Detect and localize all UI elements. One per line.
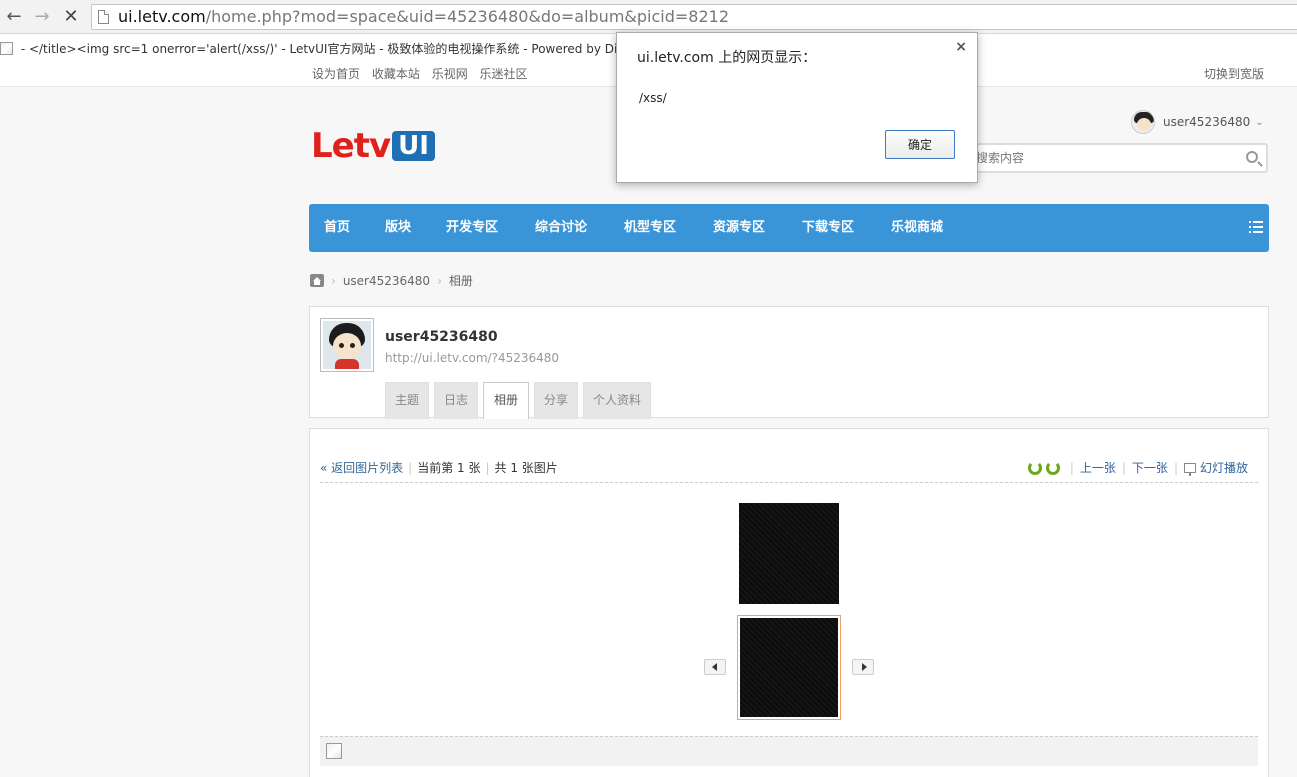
toplink-community[interactable]: 乐迷社区 <box>480 67 528 81</box>
dialog-title: ui.letv.com 上的网页显示： <box>637 50 817 66</box>
logo-letv-text: Letv <box>311 126 391 166</box>
stop-loading-icon[interactable]: ✕ <box>60 6 82 28</box>
album-footer <box>320 736 1258 766</box>
broken-image-icon <box>326 743 342 759</box>
rotate-left-icon[interactable] <box>1027 461 1042 475</box>
rotate-right-icon[interactable] <box>1045 461 1060 475</box>
toplink-set-homepage[interactable]: 设为首页 <box>312 67 360 81</box>
nav-item-resources[interactable]: 资源专区 <box>713 204 765 252</box>
prev-photo-link[interactable]: 上一张 <box>1080 461 1116 475</box>
toplink-letv[interactable]: 乐视网 <box>432 67 468 81</box>
browser-toolbar: ← → ✕ ui.letv.com/home.php?mod=space&uid… <box>0 0 1297 34</box>
url-host: ui.letv.com <box>118 7 206 26</box>
main-nav: 首页 版块 开发专区 综合讨论 机型专区 资源专区 下载专区 乐视商城 <box>309 204 1269 252</box>
profile-url[interactable]: http://ui.letv.com/?45236480 <box>385 351 559 365</box>
nav-item-home[interactable]: 首页 <box>324 204 350 252</box>
tab-profile[interactable]: 个人资料 <box>583 382 651 419</box>
search-input[interactable] <box>972 145 1232 171</box>
thumb-prev-arrow-icon[interactable] <box>704 659 726 675</box>
url-text[interactable]: ui.letv.com/home.php?mod=space&uid=45236… <box>118 7 729 26</box>
nav-item-dev[interactable]: 开发专区 <box>446 204 498 252</box>
slideshow-link[interactable]: 幻灯播放 <box>1200 461 1248 475</box>
back-to-list-link[interactable]: « 返回图片列表 <box>320 461 403 475</box>
search-box <box>970 143 1268 173</box>
page-title-text: - </title><img src=1 onerror='alert(/xss… <box>17 42 638 56</box>
tab-blog[interactable]: 日志 <box>434 382 478 419</box>
search-icon[interactable] <box>1246 151 1258 163</box>
avatar[interactable] <box>320 318 374 372</box>
profile-header: user45236480 http://ui.letv.com/?4523648… <box>309 306 1269 419</box>
breadcrumb-album[interactable]: 相册 <box>449 274 473 288</box>
logo-ui-badge: UI <box>392 131 435 161</box>
username-top: user45236480 <box>1163 115 1251 129</box>
ok-button[interactable]: 确定 <box>885 130 955 159</box>
nav-item-downloads[interactable]: 下载专区 <box>802 204 854 252</box>
top-links: 设为首页 收藏本站 乐视网 乐迷社区 <box>312 65 536 82</box>
close-icon[interactable]: × <box>955 39 967 55</box>
thumb-next-arrow-icon[interactable] <box>852 659 874 675</box>
page-icon <box>98 10 109 24</box>
nav-item-store[interactable]: 乐视商城 <box>891 204 943 252</box>
avatar-small <box>1131 110 1155 134</box>
breadcrumb-user[interactable]: user45236480 <box>343 274 430 288</box>
total-photos: 共 1 张图片 <box>494 461 558 475</box>
url-path: /home.php?mod=space&uid=45236480&do=albu… <box>205 7 729 26</box>
nav-item-models[interactable]: 机型专区 <box>624 204 676 252</box>
main-photo[interactable] <box>739 503 839 604</box>
breadcrumb-separator: › <box>437 274 442 288</box>
tab-album[interactable]: 相册 <box>483 382 529 419</box>
chevron-down-icon: ⌄ <box>1255 116 1264 128</box>
toplink-bookmark[interactable]: 收藏本站 <box>372 67 420 81</box>
address-bar[interactable]: ui.letv.com/home.php?mod=space&uid=45236… <box>91 4 1297 30</box>
current-photo-index: 当前第 1 张 <box>417 461 481 475</box>
widescreen-toggle[interactable]: 切换到宽版 <box>1204 65 1264 82</box>
user-menu[interactable]: user45236480 ⌄ <box>1131 110 1264 134</box>
thumbnail-selected[interactable] <box>737 615 841 720</box>
album-toolbar: « 返回图片列表 | 当前第 1 张 | 共 1 张图片 | 上一张 | 下一张 | 幻灯播放 <box>320 451 1258 483</box>
nav-item-discussion[interactable]: 综合讨论 <box>535 204 587 252</box>
tab-share[interactable]: 分享 <box>534 382 578 419</box>
home-icon[interactable] <box>310 274 324 287</box>
breadcrumb: › user45236480 › 相册 <box>310 273 473 289</box>
nav-item-forums[interactable]: 版块 <box>385 204 411 252</box>
dialog-message: /xss/ <box>639 91 667 105</box>
breadcrumb-separator: › <box>331 274 336 288</box>
alert-dialog: ui.letv.com 上的网页显示： × /xss/ 确定 <box>616 32 978 183</box>
site-logo[interactable]: Letv UI <box>311 128 435 164</box>
menu-list-icon[interactable] <box>1249 221 1263 233</box>
tab-threads[interactable]: 主题 <box>385 382 429 419</box>
slideshow-icon[interactable] <box>1183 463 1196 476</box>
forward-arrow-icon[interactable]: → <box>31 6 53 28</box>
broken-image-icon <box>0 42 13 55</box>
album-panel: « 返回图片列表 | 当前第 1 张 | 共 1 张图片 | 上一张 | 下一张 | 幻灯播放 <box>309 428 1269 777</box>
profile-name[interactable]: user45236480 <box>385 329 498 345</box>
page-title-line: - </title><img src=1 onerror='alert(/xss… <box>0 40 638 60</box>
next-photo-link[interactable]: 下一张 <box>1132 461 1168 475</box>
back-arrow-icon[interactable]: ← <box>3 6 25 28</box>
